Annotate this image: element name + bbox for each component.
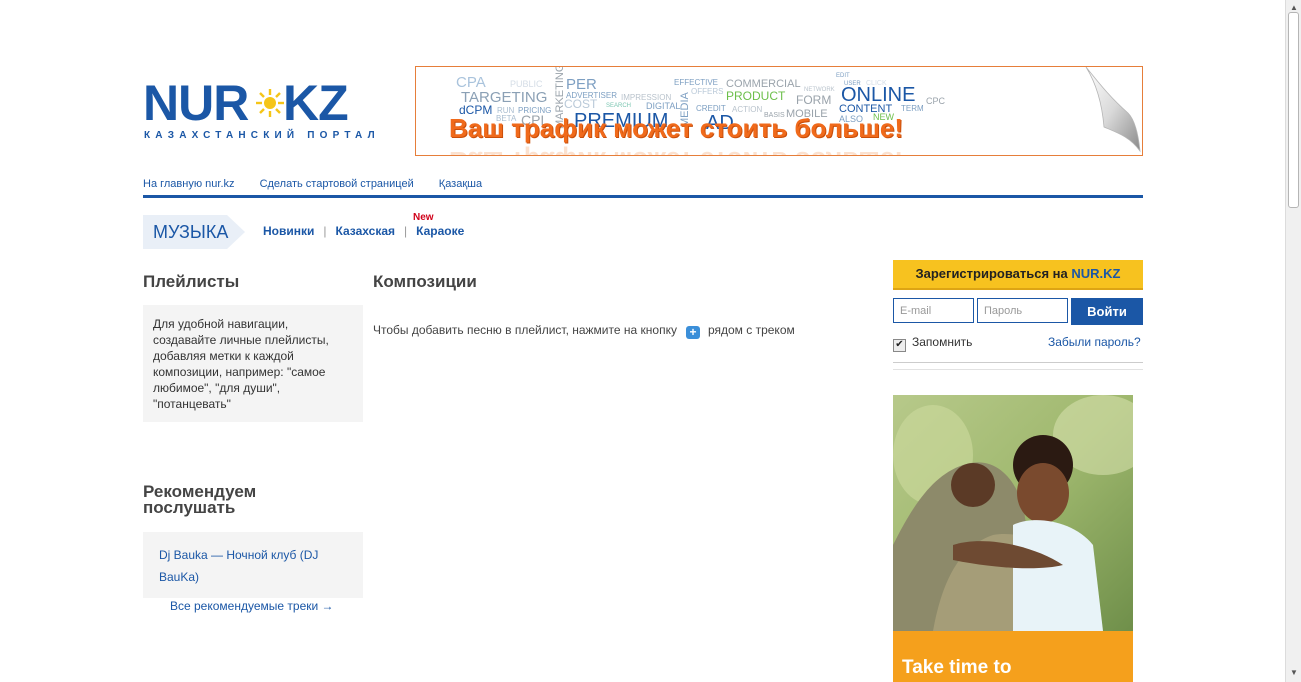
subnav-kazakh-link[interactable]: Казахская: [336, 224, 396, 238]
section-tag: МУЗЫКА: [143, 215, 245, 249]
playlists-info-box: Для удобной навигации, создавайте личные…: [143, 305, 363, 422]
login-button[interactable]: Войти: [1071, 298, 1143, 325]
top-navigation: На главную nur.kz Сделать стартовой стра…: [143, 178, 504, 190]
subnav-separator: |: [323, 224, 327, 238]
register-button[interactable]: Зарегистрироваться на NUR.KZ: [893, 260, 1143, 290]
all-recommended-link[interactable]: Все рекомендуемые треки →: [170, 599, 334, 613]
svg-text:SEARCH: SEARCH: [606, 103, 631, 109]
svg-text:PUBLIC: PUBLIC: [510, 79, 543, 89]
logo-word-kz: KZ: [283, 75, 349, 131]
sidebar-divider: [893, 369, 1143, 370]
svg-text:EFFECTIVE: EFFECTIVE: [674, 78, 718, 87]
plus-icon: +: [685, 326, 700, 339]
new-badge: New: [413, 212, 434, 223]
svg-text:NETWORK: NETWORK: [804, 87, 835, 93]
svg-text:DIGITAL: DIGITAL: [646, 101, 680, 111]
password-field[interactable]: Пароль: [977, 298, 1068, 323]
ad-banner[interactable]: CPA PUBLIC PER TARGETING ADVERTISER dCPM…: [415, 66, 1143, 156]
forgot-password-link[interactable]: Забыли пароль?: [1048, 335, 1141, 349]
side-ad-text: Take time to: [902, 657, 1012, 678]
side-ad[interactable]: Take time to: [893, 395, 1133, 682]
svg-text:EDIT: EDIT: [836, 73, 850, 79]
sun-icon: [256, 89, 284, 117]
svg-text:TERM: TERM: [901, 104, 924, 113]
recommend-box: Dj Bauka — Ночной клуб (DJ BauKa): [143, 532, 363, 598]
compositions-hint: Чтобы добавить песню в плейлист, нажмите…: [373, 323, 795, 339]
vertical-scrollbar[interactable]: ▲ ▼: [1285, 0, 1301, 682]
site-logo[interactable]: NUR KZ КАЗАХСТАНСКИЙ ПОРТАЛ: [143, 75, 375, 144]
banner-headline: Ваш трафик может стоить больше!: [449, 113, 904, 143]
side-ad-caption-box: Take time to: [893, 631, 1133, 682]
svg-text:USER: USER: [844, 81, 861, 87]
subnav-new-link[interactable]: Новинки: [263, 224, 314, 238]
topnav-home-link[interactable]: На главную nur.kz: [143, 178, 235, 190]
topnav-startpage-link[interactable]: Сделать стартовой страницей: [260, 178, 414, 190]
subnav-karaoke-link[interactable]: Караоке: [416, 224, 464, 238]
svg-text:FORM: FORM: [796, 93, 831, 107]
logo-tagline: КАЗАХСТАНСКИЙ ПОРТАЛ: [144, 130, 380, 141]
register-label: Зарегистрироваться на: [915, 266, 1068, 281]
logo-word-nur: NUR: [143, 75, 249, 131]
remember-option[interactable]: ✔ Запомнить: [893, 335, 972, 352]
svg-text:COST: COST: [564, 97, 598, 111]
subnav-separator: |: [404, 224, 408, 238]
svg-text:CLICK: CLICK: [866, 80, 887, 87]
svg-text:OFFERS: OFFERS: [691, 87, 723, 96]
scroll-down-arrow-icon[interactable]: ▼: [1290, 668, 1298, 677]
section-title: МУЗЫКА: [153, 222, 229, 242]
topnav-kazakh-link[interactable]: Қазақша: [439, 178, 482, 190]
email-field[interactable]: E-mail: [893, 298, 974, 323]
playlists-info-text: Для удобной навигации, создавайте личные…: [153, 317, 329, 411]
compositions-heading: Композиции: [373, 272, 477, 291]
svg-text:CPC: CPC: [926, 96, 946, 106]
svg-text:PRODUCT: PRODUCT: [726, 89, 786, 103]
ad-photo-image: [893, 395, 1133, 631]
page-curl-icon: [1085, 67, 1142, 155]
sidebar-divider: [893, 362, 1143, 363]
banner-headline-reflection: Ваш трафик может стоить больше!: [449, 145, 903, 155]
scroll-up-arrow-icon[interactable]: ▲: [1290, 3, 1298, 12]
recommend-heading: Рекомендуем послушать: [143, 482, 257, 517]
register-brand: NUR.KZ: [1071, 266, 1121, 281]
hint-text-after: рядом с треком: [707, 323, 795, 337]
top-divider: [143, 195, 1143, 198]
hint-text-before: Чтобы добавить песню в плейлист, нажмите…: [373, 323, 677, 337]
remember-checkbox[interactable]: ✔: [893, 339, 906, 352]
scrollbar-thumb[interactable]: [1288, 12, 1299, 208]
playlists-heading: Плейлисты: [143, 272, 240, 291]
music-subnav: Новинки | Казахская | Караоке New: [263, 212, 464, 238]
remember-label: Запомнить: [912, 335, 973, 349]
recommended-track-link[interactable]: Dj Bauka — Ночной клуб (DJ BauKa): [159, 544, 349, 588]
